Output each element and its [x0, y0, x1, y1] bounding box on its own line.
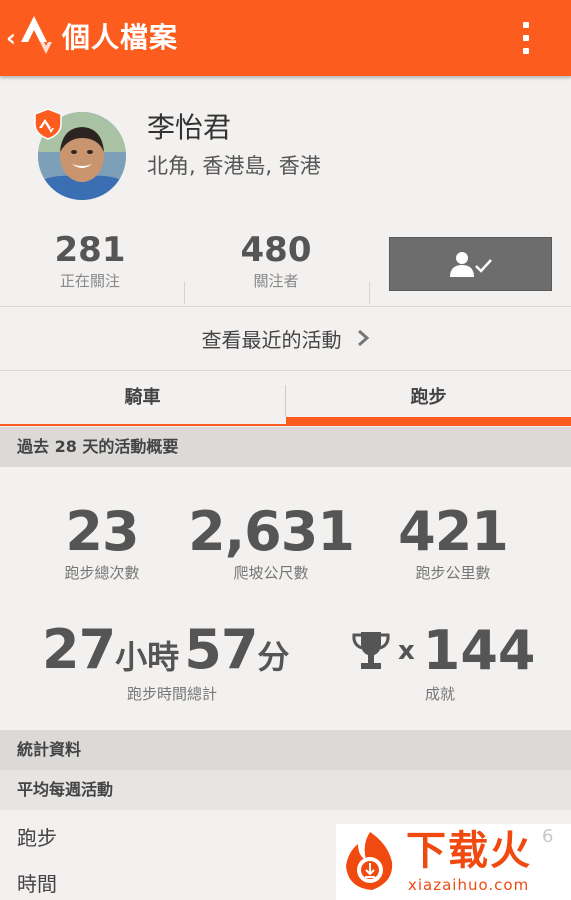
minutes-value: 57: [184, 618, 258, 681]
stats-row-label: 跑步: [17, 826, 57, 850]
watermark-url: xiazaihuo.com: [408, 876, 530, 894]
following-label: 正在關注: [59, 272, 120, 290]
times-sign: x: [398, 636, 415, 666]
elevation-label: 爬坡公尺數: [233, 564, 309, 582]
premium-shield-icon: [34, 108, 62, 140]
hours-value: 27: [42, 618, 116, 681]
back-chevron-icon[interactable]: ‹: [6, 24, 16, 52]
stats-heading: 統計資料: [0, 730, 571, 770]
trophy-icon: [352, 632, 390, 669]
following-value: 281: [54, 230, 126, 270]
followers-label: 關注者: [253, 272, 299, 290]
stats-row-label: 時間: [17, 872, 57, 896]
achievements-stat: x 144: [352, 620, 542, 682]
chevron-right-icon: [357, 329, 369, 347]
distance-label: 跑步公里數: [415, 564, 491, 582]
sport-tabs: 騎車 跑步: [0, 371, 571, 427]
run-count-value: 23: [65, 500, 139, 563]
run-count-stat: 23 跑步總次數: [28, 502, 176, 584]
overflow-menu-icon[interactable]: [515, 20, 537, 56]
achievements-label: 成就: [424, 685, 455, 703]
recent-activity-label: 查看最近的活動: [201, 327, 342, 352]
run-time-stat: 27小時 57分: [42, 620, 302, 682]
user-check-icon: [449, 252, 492, 277]
divider: [369, 282, 370, 304]
hours-unit: 小時: [115, 638, 180, 676]
app-bar: ‹ 個人檔案: [0, 0, 571, 76]
elevation-stat: 2,631 爬坡公尺數: [186, 502, 356, 584]
distance-value: 421: [398, 500, 509, 563]
weekly-average-heading: 平均每週活動: [0, 770, 571, 810]
run-time-label: 跑步時間總計: [126, 685, 217, 703]
distance-stat: 421 跑步公里數: [374, 502, 532, 584]
watermark-digit: 6: [542, 826, 554, 847]
summary-heading: 過去 28 天的活動概要: [0, 427, 571, 467]
followers-count[interactable]: 480 關注者: [186, 230, 366, 292]
run-count-label: 跑步總次數: [64, 564, 140, 582]
following-toggle-button[interactable]: [389, 237, 552, 291]
divider: [184, 282, 185, 304]
watermark: 下载火 xiazaihuo.com 6: [336, 824, 571, 900]
following-count[interactable]: 281 正在關注: [0, 230, 180, 292]
tab-cycling[interactable]: 騎車: [0, 371, 285, 427]
minutes-unit: 分: [257, 638, 290, 676]
elevation-value: 2,631: [188, 500, 355, 563]
watermark-text: 下载火: [406, 828, 532, 874]
page-title: 個人檔案: [62, 21, 179, 54]
followers-value: 480: [240, 230, 312, 270]
follow-counts: 281 正在關注 480 關注者: [0, 230, 571, 306]
profile-header: 李怡君 北角, 香港島, 香港: [0, 76, 571, 230]
athlete-name: 李怡君: [147, 111, 232, 144]
strava-logo-icon[interactable]: [20, 14, 56, 60]
athlete-location: 北角, 香港島, 香港: [147, 154, 321, 178]
recent-activity-link[interactable]: 查看最近的活動: [0, 307, 571, 369]
achievements-value: 144: [422, 619, 536, 682]
tab-selected-indicator: [286, 417, 571, 425]
flame-logo-icon: [346, 832, 393, 890]
